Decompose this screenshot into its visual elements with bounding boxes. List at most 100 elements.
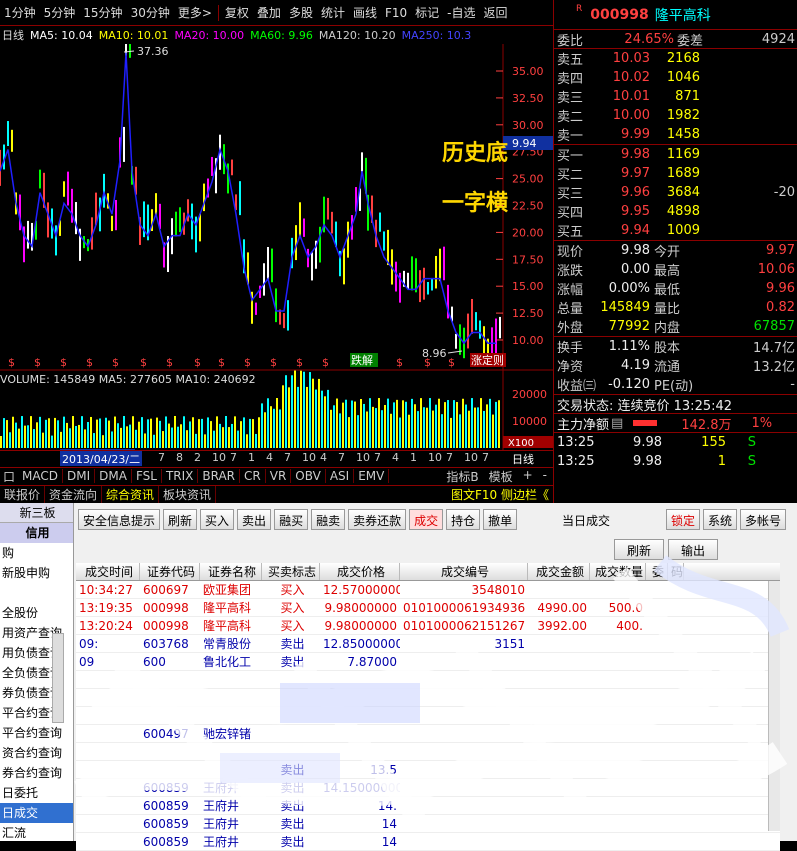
tab-3[interactable]: 板块资讯	[159, 486, 216, 503]
trade-button-1[interactable]: 刷新	[163, 509, 197, 530]
volume-bar	[273, 409, 275, 448]
indicator-right-0[interactable]: 指标B	[446, 468, 478, 485]
toolbar-item-8[interactable]: 统计	[317, 4, 349, 21]
tab-right[interactable]: 图文F10 侧边栏《	[450, 486, 553, 503]
volume-bar	[300, 371, 302, 448]
indicator-prev[interactable]: 口	[0, 468, 18, 485]
toolbar-item-3[interactable]: 30分钟	[127, 4, 174, 21]
indicator-dma[interactable]: DMA	[95, 469, 132, 483]
indicator-trix[interactable]: TRIX	[162, 469, 198, 483]
trade-button-3[interactable]: 卖出	[237, 509, 271, 530]
zl-label: 主力净额	[554, 414, 609, 433]
indicator-cr[interactable]: CR	[240, 469, 266, 483]
toolbar-item-5[interactable]: 复权	[221, 4, 253, 21]
toolbar-item-13[interactable]: 返回	[480, 4, 512, 21]
trade-button-4[interactable]: 融买	[274, 509, 308, 530]
tab-0[interactable]: 联报价	[0, 486, 45, 503]
nav-item-0[interactable]: 新三板	[0, 503, 73, 523]
toolbar-item-0[interactable]: 1分钟	[0, 4, 40, 21]
toolbar-item-6[interactable]: 叠加	[253, 4, 285, 21]
weicha-label: 委差	[674, 30, 718, 49]
volume-bar	[141, 417, 143, 448]
volume-bar	[75, 426, 77, 448]
toolbar-item-9[interactable]: 画线	[349, 4, 381, 21]
volume-bar	[165, 416, 167, 448]
tag-zhang: 涨定则	[471, 353, 504, 367]
volume-bar	[465, 405, 467, 448]
bid-row: 买五9.941009	[554, 221, 797, 240]
trade-button-0[interactable]: 安全信息提示	[78, 509, 160, 530]
volume-bar	[114, 417, 116, 448]
volume-bar	[330, 410, 332, 448]
toolbar-item-4[interactable]: 更多>	[174, 4, 216, 21]
bid-row-label: 买一	[554, 145, 592, 164]
x-tick-label: 1	[248, 451, 255, 464]
toolbar-item-11[interactable]: 标记	[411, 4, 443, 21]
volume-bar	[360, 399, 362, 448]
volume-bar	[60, 432, 62, 448]
stat-value2: 14.7亿	[700, 337, 797, 356]
indicator-right-1[interactable]: 模板	[489, 468, 513, 485]
volume-bar	[306, 387, 308, 448]
toolbar-item-10[interactable]: F10	[381, 6, 411, 20]
indicator-right-3[interactable]: -	[543, 468, 547, 485]
trade-button-2[interactable]: 买入	[200, 509, 234, 530]
bid-row-volume: 1689	[650, 166, 700, 181]
trade-rbutton-0[interactable]: 锁定	[666, 509, 700, 530]
ma10: MA10: 10.01	[99, 29, 169, 42]
stat-label: 净资	[554, 356, 592, 375]
trade-rbutton-1[interactable]: 系统	[703, 509, 737, 530]
trade-button-6[interactable]: 卖券还款	[348, 509, 406, 530]
indicator-obv[interactable]: OBV	[291, 469, 326, 483]
ask-row-label: 卖三	[554, 87, 592, 106]
tab-1[interactable]: 资金流向	[45, 486, 102, 503]
toolbar-item-12[interactable]: -自选	[443, 4, 479, 21]
obscured-overlay	[60, 543, 797, 841]
trade-button-9[interactable]: 撤单	[483, 509, 517, 530]
volume-bar	[432, 411, 434, 448]
indicator-vr[interactable]: VR	[266, 469, 292, 483]
panel-title: 当日成交	[562, 512, 610, 529]
trade-rbutton-2[interactable]: 多帐号	[740, 509, 786, 530]
indicator-asi[interactable]: ASI	[326, 469, 354, 483]
x-tick-label: 7	[158, 451, 165, 464]
ma-bar: 日线 MA5: 10.04 MA10: 10.01 MA20: 10.00 MA…	[0, 26, 553, 44]
ask-row: 卖四10.021046	[554, 68, 797, 87]
dividend-mark: $	[322, 356, 329, 369]
indicator-fsl[interactable]: FSL	[132, 469, 162, 483]
tick-side: S	[726, 454, 756, 469]
kline-chart[interactable]: 35.0032.5030.0027.5025.0022.5020.0017.50…	[0, 44, 553, 454]
stat-row: 净资4.19流通13.2亿	[554, 356, 797, 375]
tab-2[interactable]: 综合资讯	[102, 486, 159, 503]
trade-button-5[interactable]: 融卖	[311, 509, 345, 530]
stat-value: 0.00%	[592, 281, 650, 296]
nav-item-1[interactable]: 信用	[0, 523, 73, 543]
trade-button-8[interactable]: 持仓	[446, 509, 480, 530]
bid-row-price: 9.96	[592, 185, 650, 200]
period-label[interactable]: 日线	[2, 27, 24, 43]
bid-row-price: 9.98	[592, 147, 650, 162]
toolbar-item-7[interactable]: 多股	[285, 4, 317, 21]
stat-value: 9.98	[592, 243, 650, 258]
indicator-right-2[interactable]: +	[523, 468, 533, 485]
list-icon[interactable]: ▤	[611, 416, 623, 431]
indicator-macd[interactable]: MACD	[18, 469, 63, 483]
stat-label2: 量比	[650, 298, 700, 317]
volume-bar	[3, 418, 5, 448]
indicator-brar[interactable]: BRAR	[198, 469, 240, 483]
period-label-2[interactable]: 日线	[512, 451, 534, 467]
indicator-dmi[interactable]: DMI	[63, 469, 95, 483]
indicator-emv[interactable]: EMV	[354, 469, 389, 483]
ask-row: 卖二10.001982	[554, 106, 797, 125]
stat-row: 外盘77992内盘67857	[554, 317, 797, 336]
y-tick-label: 32.50	[512, 92, 544, 105]
stat-value2: 67857	[700, 319, 797, 334]
vol-tick-20000: 20000	[512, 388, 547, 401]
trade-button-7[interactable]: 成交	[409, 509, 443, 530]
volume-bar	[87, 422, 89, 448]
volume-bar	[378, 398, 380, 448]
volume-bar	[54, 418, 56, 448]
toolbar-item-2[interactable]: 15分钟	[79, 4, 126, 21]
toolbar-item-1[interactable]: 5分钟	[40, 4, 80, 21]
volume-bar	[201, 419, 203, 448]
